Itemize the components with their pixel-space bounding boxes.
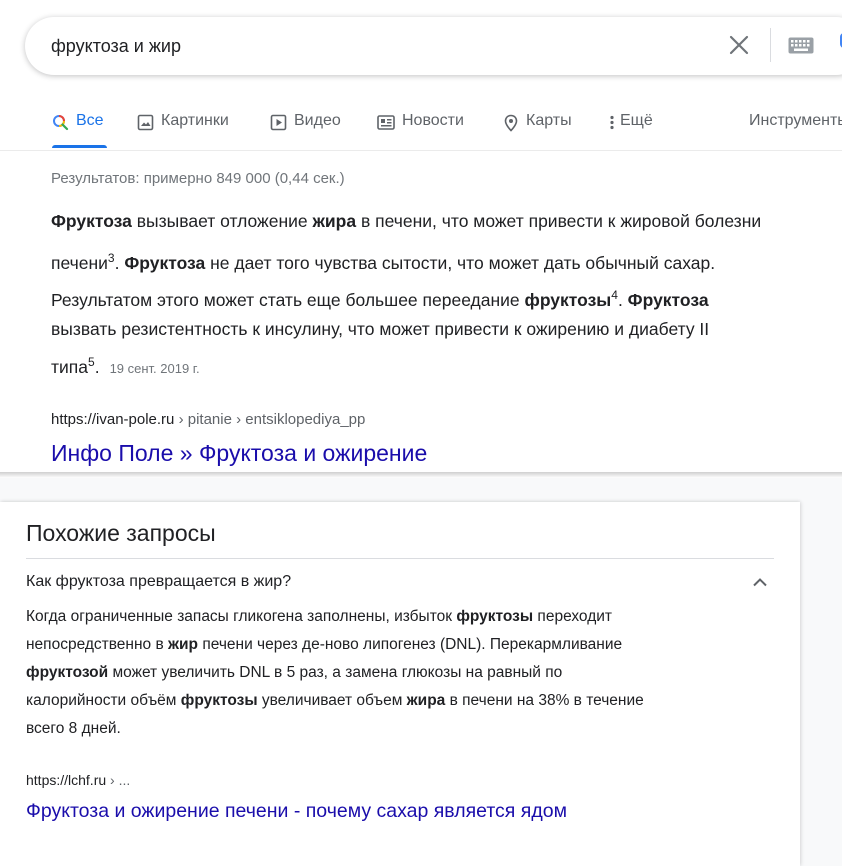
search-tabs: Все Картинки Видео Новости Карты Ещё Инс… (0, 112, 842, 152)
related-question[interactable]: Как фруктоза превращается в жир? (26, 573, 291, 591)
answer-bold: фруктозы (180, 692, 258, 709)
search-results-panel: фруктоза и жир Все Картинки Видео Новост… (0, 0, 842, 474)
snippet-text: вызвать резистентность к инсулину, что м… (51, 319, 710, 339)
source-domain: https://lchf.ru (26, 772, 107, 788)
map-pin-icon (504, 114, 518, 132)
tab-label: Видео (294, 112, 341, 129)
keyboard-icon[interactable] (788, 37, 814, 54)
result-url[interactable]: https://ivan-pole.ru › pitanie › entsikl… (51, 411, 365, 428)
more-vert-icon (610, 115, 614, 130)
footnote-ref[interactable]: 3 (108, 251, 115, 265)
answer-bold: фруктозы (456, 608, 534, 625)
tab-images[interactable]: Картинки (137, 112, 229, 150)
tab-label: Все (76, 112, 104, 129)
search-box-divider (770, 28, 771, 62)
snippet-line: типа5. 19 сент. 2019 г. (51, 355, 200, 378)
snippet-text: в печени, что может привести к жировой б… (356, 211, 762, 231)
answer-text: в печени на 38% в течение (445, 692, 644, 709)
answer-text: всего 8 дней. (26, 720, 121, 737)
snippet-text: . (617, 289, 628, 310)
active-tab-indicator (52, 145, 107, 148)
answer-source-link[interactable]: Фруктоза и ожирение печени - почему саха… (26, 800, 567, 823)
video-icon (270, 114, 287, 131)
snippet-text: Результатом этого может стать еще больше… (51, 289, 525, 310)
clear-icon[interactable] (728, 34, 750, 56)
result-title-link[interactable]: Инфо Поле » Фруктоза и ожирение (51, 440, 427, 467)
snippet-bold: Фруктоза (51, 211, 132, 231)
search-icon (53, 115, 69, 131)
tab-label: Инструменты (749, 112, 842, 129)
snippet-text: . (94, 356, 100, 377)
result-domain: https://ivan-pole.ru (51, 411, 175, 428)
snippet-line: печени3. Фруктоза не дает того чувства с… (51, 251, 715, 274)
search-input[interactable]: фруктоза и жир (51, 36, 181, 57)
related-title: Похожие запросы (26, 520, 216, 546)
snippet-bold: фруктозы (524, 289, 612, 310)
snippet-bold: Фруктоза (627, 289, 709, 310)
answer-line: непосредственно в жир печени через де-но… (26, 636, 622, 654)
tab-tools[interactable]: Инструменты (749, 112, 842, 150)
tab-label: Новости (402, 112, 464, 129)
news-icon (377, 115, 395, 130)
tab-video[interactable]: Видео (270, 112, 341, 150)
snippet-text: типа (51, 356, 88, 377)
snippet-text: вызывает отложение (131, 211, 313, 231)
tab-more[interactable]: Ещё (609, 112, 653, 150)
snippet-text: печени (51, 252, 108, 273)
answer-line: всего 8 дней. (26, 720, 121, 738)
tab-label: Карты (526, 112, 572, 129)
answer-bold: жира (406, 692, 446, 709)
snippet-text: не дает того чувства сытости, что может … (205, 252, 716, 273)
answer-text: может увеличить DNL в 5 раз, а замена гл… (108, 664, 563, 681)
result-breadcrumb: › pitanie › entsiklopediya_pp (174, 411, 366, 428)
tab-label: Ещё (620, 112, 653, 129)
answer-text: увеличивает объем (257, 692, 407, 709)
answer-line: калорийности объём фруктозы увеличивает … (26, 692, 644, 710)
snippet-line: Результатом этого может стать еще больше… (51, 288, 709, 311)
tabs-divider (0, 150, 842, 151)
answer-source-url[interactable]: https://lchf.ru › ... (26, 772, 130, 788)
answer-text: Когда ограниченные запасы гликогена запо… (26, 608, 457, 625)
snippet-line: Фруктоза вызывает отложение жира в печен… (51, 211, 761, 232)
answer-bold: жир (168, 636, 199, 653)
answer-text: непосредственно в (26, 636, 169, 653)
footnote-ref[interactable]: 4 (611, 288, 618, 302)
footnote-ref[interactable]: 5 (88, 355, 95, 369)
search-box[interactable]: фруктоза и жир (25, 17, 842, 75)
snippet-date: 19 сент. 2019 г. (109, 360, 200, 376)
tab-news[interactable]: Новости (377, 112, 464, 150)
answer-line: Когда ограниченные запасы гликогена запо… (26, 608, 612, 626)
result-stats: Результатов: примерно 849 000 (0,44 сек.… (51, 170, 345, 187)
related-divider (26, 558, 774, 559)
source-breadcrumb: › ... (106, 772, 131, 788)
answer-bold: фруктозой (26, 664, 109, 681)
tab-label: Картинки (161, 112, 229, 129)
answer-text: переходит (533, 608, 613, 625)
snippet-bold: Фруктоза (124, 252, 206, 273)
snippet-bold: жира (312, 211, 357, 231)
snippet-line: вызвать резистентность к инсулину, что м… (51, 319, 709, 340)
chevron-up-icon[interactable] (752, 577, 768, 587)
answer-line: фруктозой может увеличить DNL в 5 раз, а… (26, 664, 562, 682)
answer-text: печени через де-ново липогенез (DNL). Пе… (198, 636, 623, 653)
snippet-text: . (114, 252, 125, 273)
tab-maps[interactable]: Карты (503, 112, 572, 150)
answer-text: калорийности объём (26, 692, 181, 709)
mic-icon[interactable] (837, 31, 842, 59)
image-icon (137, 114, 154, 131)
